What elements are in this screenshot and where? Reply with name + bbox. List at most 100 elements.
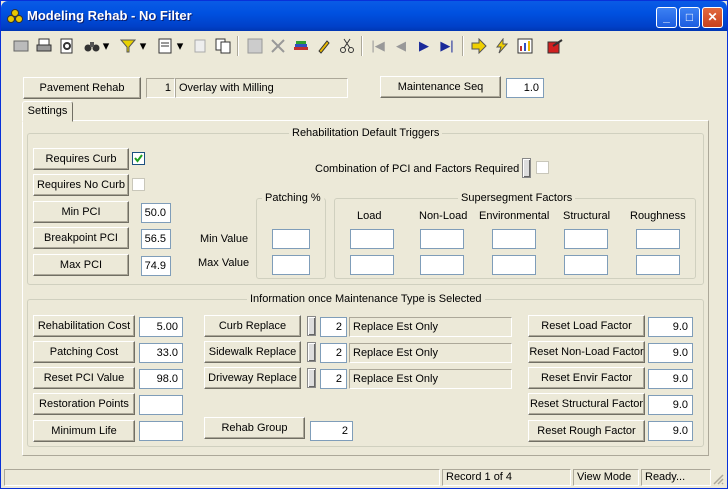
toolbar-button-cut[interactable] [336,35,358,57]
sidewalk-replace-button[interactable]: Sidewalk Replace [204,341,301,363]
pavement-rehab-button[interactable]: Pavement Rehab [23,77,141,99]
tab-settings[interactable]: Settings [22,101,73,122]
toolbar-button-edit[interactable] [313,35,335,57]
environmental-max-field[interactable] [492,255,536,275]
breakpoint-pci-field[interactable]: 56.5 [141,229,171,249]
maximize-button[interactable]: □ [679,7,700,28]
max-pci-field[interactable]: 74.9 [141,256,171,276]
rehabilitation-cost-button[interactable]: Rehabilitation Cost [33,315,135,337]
factor-column-environmental: Environmental [479,210,550,222]
scissors-icon [340,38,354,53]
driveway-replace-toggle[interactable] [307,368,316,388]
toolbar-button-copy[interactable] [212,35,234,57]
close-button[interactable]: ✕ [702,7,723,28]
toolbar-button-delete[interactable] [267,35,289,57]
copy-icon [215,38,231,54]
driveway-replace-button[interactable]: Driveway Replace [204,367,301,389]
curb-replace-number[interactable]: 2 [320,317,347,337]
minimize-button[interactable]: _ [656,7,677,28]
reset-load-factor-button[interactable]: Reset Load Factor [528,315,645,337]
toolbar-button-filter[interactable] [117,35,139,57]
report-dropdown-arrow[interactable]: ▾ [175,35,185,57]
requires-no-curb-button[interactable]: Requires No Curb [33,174,129,196]
toolbar-button-save[interactable] [244,35,266,57]
restoration-points-button[interactable]: Restoration Points [33,393,135,415]
rehab-group-field[interactable]: 2 [310,421,353,441]
driveway-replace-number[interactable]: 2 [320,369,347,389]
toolbar-button-lightning[interactable] [491,35,513,57]
toolbar-button-next-record[interactable]: ▶ [413,35,435,57]
toolbar-button-find[interactable] [81,35,103,57]
reset-load-factor-field[interactable]: 9.0 [648,317,693,337]
requires-curb-checkbox[interactable] [132,152,145,165]
patching-min-field[interactable] [272,229,310,249]
curb-replace-button[interactable]: Curb Replace [204,315,301,337]
toolbar-button-new[interactable] [189,35,211,57]
structural-min-field[interactable] [564,229,608,249]
resize-grip-icon[interactable] [712,473,724,485]
toolbar-button-chart[interactable] [514,35,536,57]
roughness-min-field[interactable] [636,229,680,249]
reset-rough-factor-field[interactable]: 9.0 [648,421,693,441]
structural-max-field[interactable] [564,255,608,275]
combination-label: Combination of PCI and Factors Required [315,163,520,175]
combination-toggle[interactable] [522,158,531,178]
chart-icon [517,38,533,54]
requires-no-curb-checkbox[interactable] [132,178,145,191]
roughness-max-field[interactable] [636,255,680,275]
non-load-max-field[interactable] [420,255,464,275]
sidewalk-replace-toggle[interactable] [307,342,316,362]
reset-structural-factor-button[interactable]: Reset Structural Factor [528,393,645,415]
toolbar-button-go[interactable] [468,35,490,57]
load-min-field[interactable] [350,229,394,249]
maintenance-seq-field[interactable]: 1.0 [506,78,544,98]
breakpoint-pci-button[interactable]: Breakpoint PCI [33,227,129,249]
window-title: Modeling Rehab - No Filter [27,8,192,23]
rehabilitation-cost-field[interactable]: 5.00 [139,317,183,337]
toolbar-button-exit[interactable] [544,35,566,57]
toolbar-button-report[interactable] [154,35,176,57]
non-load-min-field[interactable] [420,229,464,249]
reset-envir-factor-button[interactable]: Reset Envir Factor [528,367,645,389]
restoration-points-field[interactable] [139,395,183,415]
sidewalk-replace-number[interactable]: 2 [320,343,347,363]
curb-replace-toggle[interactable] [307,316,316,336]
reset-non-load-factor-button[interactable]: Reset Non-Load Factor [528,341,645,363]
reset-rough-factor-button[interactable]: Reset Rough Factor [528,420,645,442]
status-mode: View Mode [573,469,639,486]
max-pci-button[interactable]: Max PCI [33,254,129,276]
toolbar-button-form-view[interactable] [10,35,32,57]
toolbar-button-previous-record[interactable]: ◀ [390,35,412,57]
delete-icon [271,39,285,53]
toolbar-button-print[interactable] [33,35,55,57]
title-bar[interactable]: Modeling Rehab - No Filter _ □ ✕ [1,1,727,31]
maintenance-info-title: Information once Maintenance Type is Sel… [247,293,485,305]
combination-checkbox[interactable] [536,161,549,174]
reset-pci-value-button[interactable]: Reset PCI Value [33,367,135,389]
patching-max-field[interactable] [272,255,310,275]
environmental-min-field[interactable] [492,229,536,249]
pavement-rehab-id: 1 [146,78,175,98]
minimum-life-button[interactable]: Minimum Life [33,420,135,442]
reset-envir-factor-field[interactable]: 9.0 [648,369,693,389]
requires-curb-button[interactable]: Requires Curb [33,148,129,170]
load-max-field[interactable] [350,255,394,275]
toolbar-button-preview[interactable] [56,35,78,57]
minimum-life-field[interactable] [139,421,183,441]
rehab-group-button[interactable]: Rehab Group [204,417,305,439]
find-dropdown-arrow[interactable]: ▾ [101,35,111,57]
reset-structural-factor-field[interactable]: 9.0 [648,395,693,415]
toolbar-button-books[interactable] [290,35,312,57]
toolbar-button-first-record[interactable]: |◀ [367,35,389,57]
min-pci-button[interactable]: Min PCI [33,201,129,223]
patching-cost-field[interactable]: 33.0 [139,343,183,363]
maintenance-seq-button[interactable]: Maintenance Seq [380,76,501,98]
reset-pci-value-field[interactable]: 98.0 [139,369,183,389]
reset-non-load-factor-field[interactable]: 9.0 [648,343,693,363]
min-pci-field[interactable]: 50.0 [141,203,171,223]
patching-cost-button[interactable]: Patching Cost [33,341,135,363]
filter-dropdown-arrow[interactable]: ▾ [138,35,148,57]
status-record: Record 1 of 4 [442,469,571,486]
app-icon [7,9,23,23]
toolbar-button-last-record[interactable]: ▶| [436,35,458,57]
